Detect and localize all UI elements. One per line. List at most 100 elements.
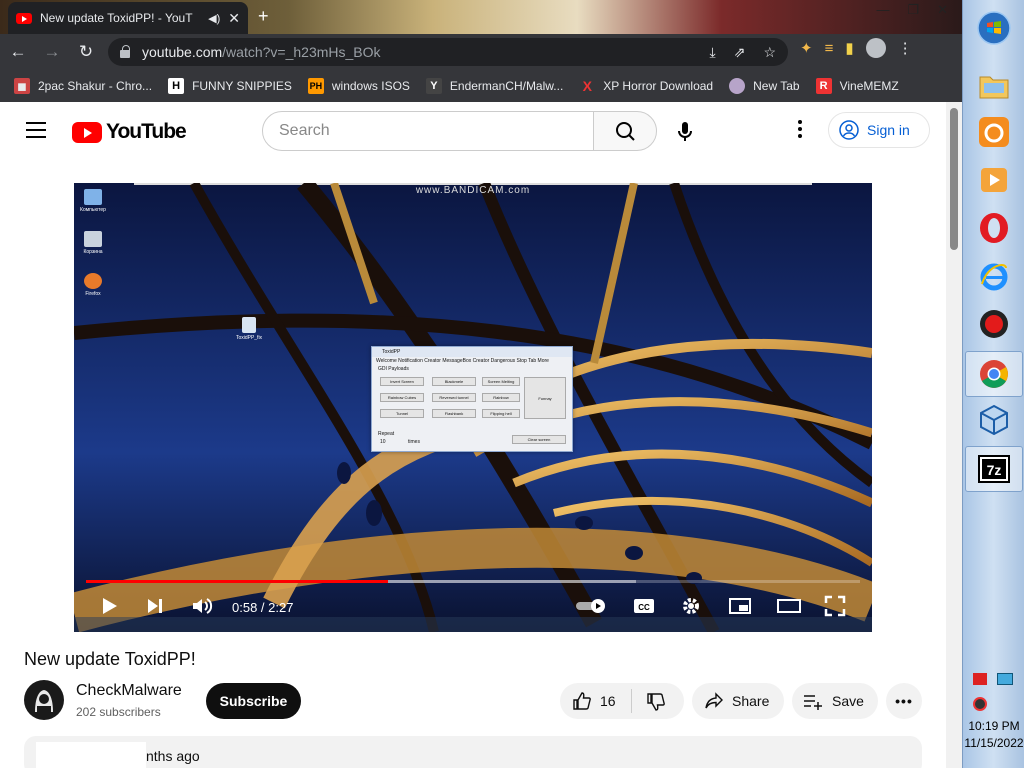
tray-recording-icon[interactable] xyxy=(973,697,987,711)
play-icon[interactable] xyxy=(98,595,120,617)
sign-in-button[interactable]: Sign in xyxy=(828,112,930,148)
bookmark-vinememz[interactable]: R VineMEMZ xyxy=(815,78,899,94)
clock-date: 11/15/2022 xyxy=(964,736,1024,750)
save-button[interactable]: Save xyxy=(792,683,878,719)
h-favicon-icon: H xyxy=(168,78,185,94)
channel-avatar[interactable] xyxy=(24,680,64,720)
opera-icon xyxy=(980,213,1008,243)
tray-network-icon[interactable] xyxy=(997,673,1013,685)
tab-strip: New update ToxidPP! - YouT ◀) ✕ + — ❐ ✕ xyxy=(0,0,962,34)
bookmark-label: XP Horror Download xyxy=(603,79,714,93)
bookmark-xp-horror[interactable]: X XP Horror Download xyxy=(579,78,714,94)
profile-avatar-icon[interactable] xyxy=(865,38,886,58)
subscribe-button[interactable]: Subscribe xyxy=(206,683,301,719)
youtube-logo-text: YouTube xyxy=(106,120,187,143)
taskbar-uc-browser[interactable] xyxy=(976,114,1012,150)
bandicam-watermark: www.BANDICAM.com xyxy=(415,185,531,196)
toxidpp-repeat-label: Repeat xyxy=(378,431,395,437)
subscriber-count: 202 subscribers xyxy=(76,705,161,719)
taskbar-media-player[interactable] xyxy=(976,162,1012,198)
reading-list-icon[interactable]: ≡ xyxy=(825,40,834,57)
address-bar[interactable]: youtube.com/watch?v=_h23mHs_BOk ⤓ ⇗ ☆ xyxy=(108,38,788,66)
thumbs-up-icon[interactable] xyxy=(572,691,592,711)
fullscreen-icon[interactable] xyxy=(824,595,846,617)
install-icon[interactable]: ⤓ xyxy=(710,44,716,61)
close-window-icon[interactable]: ✕ xyxy=(937,2,948,18)
desktop-file-icon: ToxidPP_fix xyxy=(234,317,264,341)
bookmark-windows-isos[interactable]: PH windows ISOS xyxy=(307,78,410,94)
scrollbar-thumb[interactable] xyxy=(950,108,958,250)
minimize-icon[interactable]: — xyxy=(876,2,889,18)
like-count[interactable]: 16 xyxy=(600,693,616,709)
bookmark-2pac[interactable]: ◼ 2pac Shakur - Chro... xyxy=(14,78,152,94)
search-button[interactable] xyxy=(593,111,657,151)
miniplayer-icon[interactable] xyxy=(728,595,752,617)
next-icon[interactable] xyxy=(144,595,166,617)
video-progress-bar[interactable] xyxy=(86,580,860,583)
taskbar-clock[interactable]: 10:19 PM 11/15/2022 xyxy=(963,718,1024,752)
tab-close-icon[interactable]: ✕ xyxy=(228,10,240,27)
taskbar-recorder[interactable] xyxy=(976,306,1012,342)
sign-in-label: Sign in xyxy=(867,122,910,138)
settings-menu-icon[interactable] xyxy=(796,120,804,138)
channel-name[interactable]: CheckMalware xyxy=(76,682,182,700)
toxidpp-tabs: Welcome Notification Creator MessageBox … xyxy=(376,358,549,364)
folder-icon xyxy=(979,76,1009,99)
taskbar-virtualbox[interactable] xyxy=(976,402,1012,438)
search-input[interactable]: Search xyxy=(262,111,594,151)
windows-taskbar: 7z 10:19 PM 11/15/2022 xyxy=(962,0,1024,768)
browser-window: New update ToxidPP! - YouT ◀) ✕ + — ❐ ✕ … xyxy=(0,0,962,768)
video-player[interactable]: www.BANDICAM.com Компьютер Корзина Firef… xyxy=(74,183,872,632)
search-placeholder: Search xyxy=(279,122,330,139)
tab-title: New update ToxidPP! - YouT xyxy=(40,11,193,25)
bookmark-new-tab[interactable]: New Tab xyxy=(729,78,800,94)
start-button[interactable] xyxy=(976,10,1012,46)
bookmark-endermanch[interactable]: Y EndermanCH/Malw... xyxy=(425,78,563,94)
tray-flag-icon[interactable] xyxy=(973,673,987,685)
thumbs-down-icon[interactable] xyxy=(646,692,666,712)
save-playlist-icon xyxy=(804,695,822,710)
bookmark-star-icon[interactable]: ☆ xyxy=(763,44,776,61)
volume-icon[interactable] xyxy=(190,595,214,617)
more-actions-button[interactable]: ••• xyxy=(886,683,922,719)
voice-search-button[interactable] xyxy=(667,114,703,150)
youtube-logo[interactable]: YouTube xyxy=(72,120,187,144)
side-panel-icon[interactable]: ▮ xyxy=(845,39,853,57)
restore-icon[interactable]: ❐ xyxy=(907,2,919,18)
browser-tab[interactable]: New update ToxidPP! - YouT ◀) ✕ xyxy=(8,2,248,34)
desktop-computer-icon: Компьютер xyxy=(80,189,106,213)
desktop-icon-label: Компьютер xyxy=(80,207,106,213)
taskbar-chrome[interactable] xyxy=(976,356,1012,392)
autoplay-toggle-icon[interactable] xyxy=(574,598,610,614)
theater-mode-icon[interactable] xyxy=(776,595,802,617)
taskbar-7zip[interactable]: 7z xyxy=(976,451,1012,487)
bookmark-funny-snippies[interactable]: H FUNNY SNIPPIES xyxy=(168,78,292,94)
share-button[interactable]: Share xyxy=(692,683,784,719)
browser-toolbar: ← → ↻ youtube.com/watch?v=_h23mHs_BOk ⤓ … xyxy=(0,34,962,70)
hamburger-menu-icon[interactable] xyxy=(26,122,46,143)
taskbar-opera[interactable] xyxy=(976,210,1012,246)
new-tab-button[interactable]: + xyxy=(258,6,269,27)
extensions-icon[interactable]: ✦ xyxy=(800,39,813,57)
back-icon[interactable]: ← xyxy=(2,42,34,62)
reload-icon[interactable]: ↻ xyxy=(70,42,102,62)
captions-icon[interactable]: CC xyxy=(632,595,656,617)
forward-icon[interactable]: → xyxy=(36,42,68,62)
toxidpp-button: Funnay xyxy=(524,377,566,419)
toxidpp-button: Flashbank xyxy=(432,409,476,418)
browser-menu-icon[interactable]: ⋮ xyxy=(898,39,913,57)
settings-gear-icon[interactable] xyxy=(680,595,702,617)
toxidpp-button: Flipping hell xyxy=(482,409,520,418)
video-played-fill xyxy=(86,580,388,583)
taskbar-explorer[interactable] xyxy=(976,68,1012,104)
tab-audio-icon[interactable]: ◀) xyxy=(208,12,220,25)
toxidpp-window-title: ToxidPP xyxy=(372,347,572,357)
lock-icon[interactable] xyxy=(120,45,130,58)
bookmark-label: FUNNY SNIPPIES xyxy=(192,79,292,93)
page-scrollbar[interactable] xyxy=(946,102,962,768)
taskbar-internet-explorer[interactable] xyxy=(976,258,1012,294)
7zip-icon: 7z xyxy=(978,455,1010,483)
share-page-icon[interactable]: ⇗ xyxy=(734,44,746,61)
ph-favicon-icon: PH xyxy=(307,78,324,94)
account-icon xyxy=(839,120,859,140)
